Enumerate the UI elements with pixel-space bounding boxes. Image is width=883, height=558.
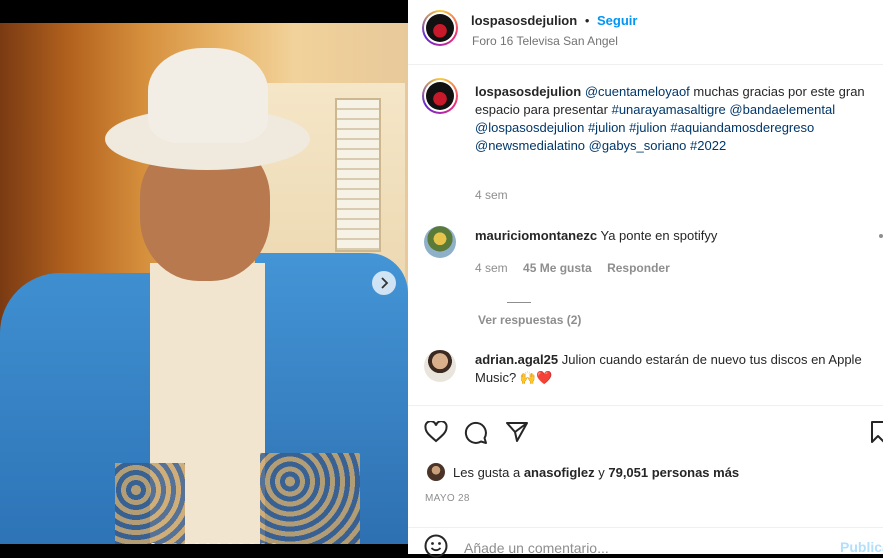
caption-link[interactable]: @gabys_soriano (589, 138, 687, 153)
caption-time[interactable]: 4 sem (475, 188, 508, 202)
likes-summary: Les gusta a anasofiglez y 79,051 persona… (453, 465, 739, 480)
view-replies-label: Ver respuestas (2) (478, 313, 582, 327)
caption-link[interactable]: @cuentameloyaof (585, 84, 690, 99)
heart-icon[interactable] (424, 421, 448, 443)
comment-username[interactable]: adrian.agal25 (475, 352, 558, 367)
post-header: lospasosdejulion • Seguir Foro 16 Televi… (408, 0, 883, 65)
post-caption: lospasosdejulion @cuentameloyaof muchas … (475, 83, 870, 155)
carousel-dots (150, 543, 277, 544)
follow-button[interactable]: Seguir (597, 13, 637, 28)
header-title-row: lospasosdejulion • Seguir (471, 13, 637, 28)
liker-avatar[interactable] (427, 463, 445, 481)
carousel-dot (271, 543, 277, 544)
bookmark-icon[interactable] (871, 421, 883, 443)
carousel-dot (227, 543, 233, 544)
likes-middle: y (594, 465, 609, 480)
commenter-avatar[interactable] (424, 226, 456, 258)
liker-username[interactable]: anasofiglez (524, 465, 595, 480)
chevron-right-icon (381, 277, 389, 289)
comment-2: adrian.agal25 Julion cuando estarán de n… (475, 351, 870, 387)
carousel-dot (249, 543, 255, 544)
photo-window (335, 98, 381, 252)
add-comment-bar: Añade un comentario... Publicar (408, 527, 883, 558)
replies-divider (507, 302, 531, 303)
photo-paisley-right (260, 453, 360, 544)
publish-button[interactable]: Publicar (840, 539, 883, 555)
photo-paisley-left (115, 463, 185, 544)
caption-link[interactable]: @lospasosdejulion (475, 120, 584, 135)
caption-link[interactable]: #unarayamasaltigre (612, 102, 726, 117)
carousel-dot (161, 543, 167, 544)
header-separator: • (584, 13, 590, 28)
carousel-dot (150, 543, 156, 544)
next-slide-button[interactable] (372, 271, 396, 295)
author-avatar[interactable] (422, 10, 458, 46)
carousel-dot (216, 543, 222, 544)
author-username[interactable]: lospasosdejulion (471, 13, 577, 28)
caption-link[interactable]: #2022 (690, 138, 726, 153)
comment-likes[interactable]: 45 Me gusta (523, 261, 592, 275)
carousel-dot (194, 543, 200, 544)
caption-link[interactable]: #julion (629, 120, 667, 135)
post-photo (0, 23, 408, 544)
likes-count[interactable]: 79,051 personas más (608, 465, 739, 480)
carousel-dot (260, 543, 266, 544)
post-date[interactable]: MAYO 28 (425, 493, 470, 504)
carousel-dot (172, 543, 178, 544)
photo-hat-crown (148, 48, 268, 143)
emoji-icon[interactable] (424, 534, 448, 558)
comment-text: Ya ponte en spotifyy (600, 228, 718, 243)
caption-link[interactable]: #aquiandamosderegreso (670, 120, 814, 135)
reply-button[interactable]: Responder (607, 261, 670, 275)
comment-username[interactable]: mauriciomontanezc (475, 228, 597, 243)
caption-username[interactable]: lospasosdejulion (475, 84, 581, 99)
carousel-dot (205, 543, 211, 544)
post-media (0, 0, 408, 554)
caption-link[interactable]: #julion (588, 120, 626, 135)
caption-link[interactable]: @newsmedialatino (475, 138, 585, 153)
likes-prefix: Les gusta a (453, 465, 524, 480)
carousel-dot (183, 543, 189, 544)
caption-avatar[interactable] (422, 78, 458, 114)
caption-link[interactable]: @bandaelemental (729, 102, 835, 117)
comment-like-icon[interactable] (879, 234, 883, 238)
comment-1: mauriciomontanezc Ya ponte en spotifyy (475, 227, 870, 245)
paper-plane-icon[interactable] (505, 421, 529, 443)
post-side-panel: lospasosdejulion • Seguir Foro 16 Televi… (408, 0, 883, 558)
comment-meta: 4 sem 45 Me gusta Responder (475, 261, 670, 275)
comment-bubble-icon[interactable] (464, 421, 488, 445)
post-location[interactable]: Foro 16 Televisa San Angel (472, 34, 618, 48)
carousel-dot (238, 543, 244, 544)
comment-time[interactable]: 4 sem (475, 261, 508, 275)
commenter-avatar[interactable] (424, 350, 456, 382)
view-replies-button[interactable]: Ver respuestas (2) (478, 302, 582, 327)
